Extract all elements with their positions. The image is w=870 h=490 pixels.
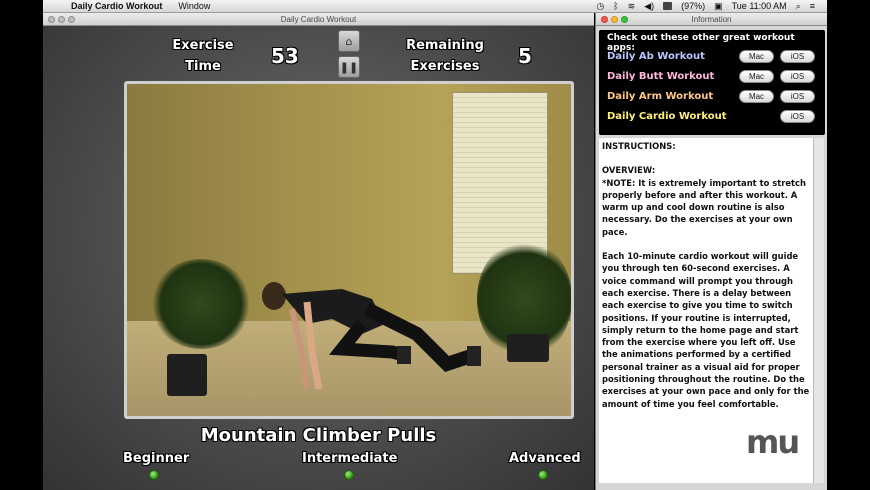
- exercise-name: Mountain Climber Pulls: [200, 425, 437, 446]
- brand-logo: mu: [746, 423, 800, 461]
- time-machine-icon[interactable]: ◷: [596, 1, 604, 12]
- menu-bar: Daily Cardio Workout Window ◷ ᛒ ≋ ◀) (97…: [43, 0, 827, 13]
- video-person: [262, 282, 481, 390]
- pause-icon: ❚❚: [339, 60, 359, 74]
- zoom-icon[interactable]: [68, 16, 75, 23]
- main-window-title: Daily Cardio Workout: [280, 15, 357, 24]
- menu-clock[interactable]: Tue 11:00 AM: [732, 1, 787, 11]
- bluetooth-icon[interactable]: ᛒ: [613, 1, 618, 11]
- info-zoom-icon[interactable]: [621, 16, 628, 23]
- app-name-arm: Daily Arm Workout: [607, 91, 714, 102]
- app-row-ab: Daily Ab Workout Mac iOS: [607, 48, 819, 66]
- menu-app-name[interactable]: Daily Cardio Workout: [71, 1, 162, 11]
- minimize-icon[interactable]: [58, 16, 65, 23]
- info-minimize-icon[interactable]: [611, 16, 618, 23]
- wifi-icon[interactable]: ≋: [628, 1, 636, 12]
- remaining-exercises-value: 5: [518, 44, 532, 68]
- level-beginner-indicator[interactable]: [149, 470, 159, 480]
- exercise-time-value: 53: [271, 44, 299, 68]
- instructions-note: *NOTE: It is extremely important to stre…: [602, 177, 806, 237]
- info-titlebar: Information: [596, 13, 827, 26]
- exercise-time-label: Exercise Time: [172, 38, 234, 74]
- spotlight-icon[interactable]: ⌕: [796, 1, 801, 12]
- app-row-arm: Daily Arm Workout Mac iOS: [607, 88, 819, 106]
- main-titlebar: Daily Cardio Workout: [43, 13, 594, 26]
- level-advanced-label[interactable]: Advanced: [509, 451, 581, 466]
- level-advanced-indicator[interactable]: [538, 470, 548, 480]
- app-cardio-ios-button[interactable]: iOS: [780, 110, 815, 123]
- pause-button[interactable]: ❚❚: [338, 56, 360, 78]
- info-window-title: Information: [691, 15, 732, 24]
- level-beginner-label[interactable]: Beginner: [123, 451, 189, 466]
- instructions-body: Each 10-minute cardio workout will guide…: [602, 251, 810, 409]
- remaining-exercises-label: Remaining Exercises: [406, 38, 484, 74]
- menu-window[interactable]: Window: [178, 1, 210, 11]
- level-intermediate-indicator[interactable]: [344, 470, 354, 480]
- level-intermediate-label[interactable]: Intermediate: [302, 451, 397, 466]
- home-icon: ⌂: [345, 34, 353, 48]
- window-controls: [48, 16, 75, 23]
- other-apps-panel: Check out these other great workout apps…: [599, 30, 825, 135]
- overview-title: OVERVIEW:: [602, 165, 656, 176]
- home-button[interactable]: ⌂: [338, 30, 360, 52]
- app-ab-mac-button[interactable]: Mac: [739, 50, 774, 63]
- status-area: ◷ ᛒ ≋ ◀) (97%) ▣ Tue 11:00 AM ⌕ ≡: [596, 1, 815, 12]
- app-row-butt: Daily Butt Workout Mac iOS: [607, 68, 819, 86]
- app-ab-ios-button[interactable]: iOS: [780, 50, 815, 63]
- volume-icon[interactable]: ◀): [644, 1, 654, 12]
- info-window-controls: [601, 16, 628, 23]
- battery-percent: (97%): [681, 1, 706, 11]
- app-name-ab: Daily Ab Workout: [607, 51, 705, 62]
- flag-icon[interactable]: ▣: [714, 1, 723, 12]
- info-close-icon[interactable]: [601, 16, 608, 23]
- main-window: Daily Cardio Workout Exercise Time 53 ⌂ …: [43, 13, 594, 490]
- instructions-scrollbar[interactable]: [813, 138, 824, 483]
- app-butt-mac-button[interactable]: Mac: [739, 70, 774, 83]
- app-butt-ios-button[interactable]: iOS: [780, 70, 815, 83]
- instructions-title: INSTRUCTIONS:: [602, 141, 676, 151]
- battery-icon[interactable]: [663, 2, 673, 10]
- info-window: Information Check out these other great …: [595, 13, 827, 490]
- app-name-cardio: Daily Cardio Workout: [607, 111, 727, 122]
- app-name-butt: Daily Butt Workout: [607, 71, 715, 82]
- app-arm-mac-button[interactable]: Mac: [739, 90, 774, 103]
- app-row-cardio: Daily Cardio Workout iOS: [607, 108, 819, 126]
- close-icon[interactable]: [48, 16, 55, 23]
- exercise-video[interactable]: [124, 81, 574, 419]
- list-icon[interactable]: ≡: [810, 1, 815, 11]
- app-arm-ios-button[interactable]: iOS: [780, 90, 815, 103]
